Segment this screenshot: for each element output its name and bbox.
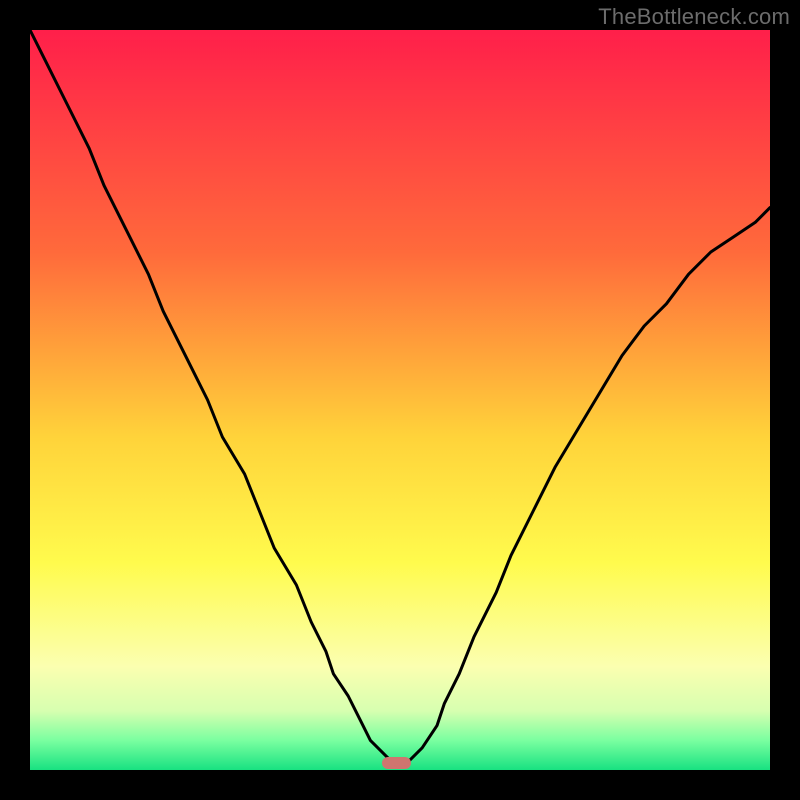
plot-area — [30, 30, 770, 770]
watermark-label: TheBottleneck.com — [598, 4, 790, 30]
optimal-point-marker — [382, 757, 412, 769]
heat-gradient-background — [30, 30, 770, 770]
chart-frame: TheBottleneck.com — [0, 0, 800, 800]
